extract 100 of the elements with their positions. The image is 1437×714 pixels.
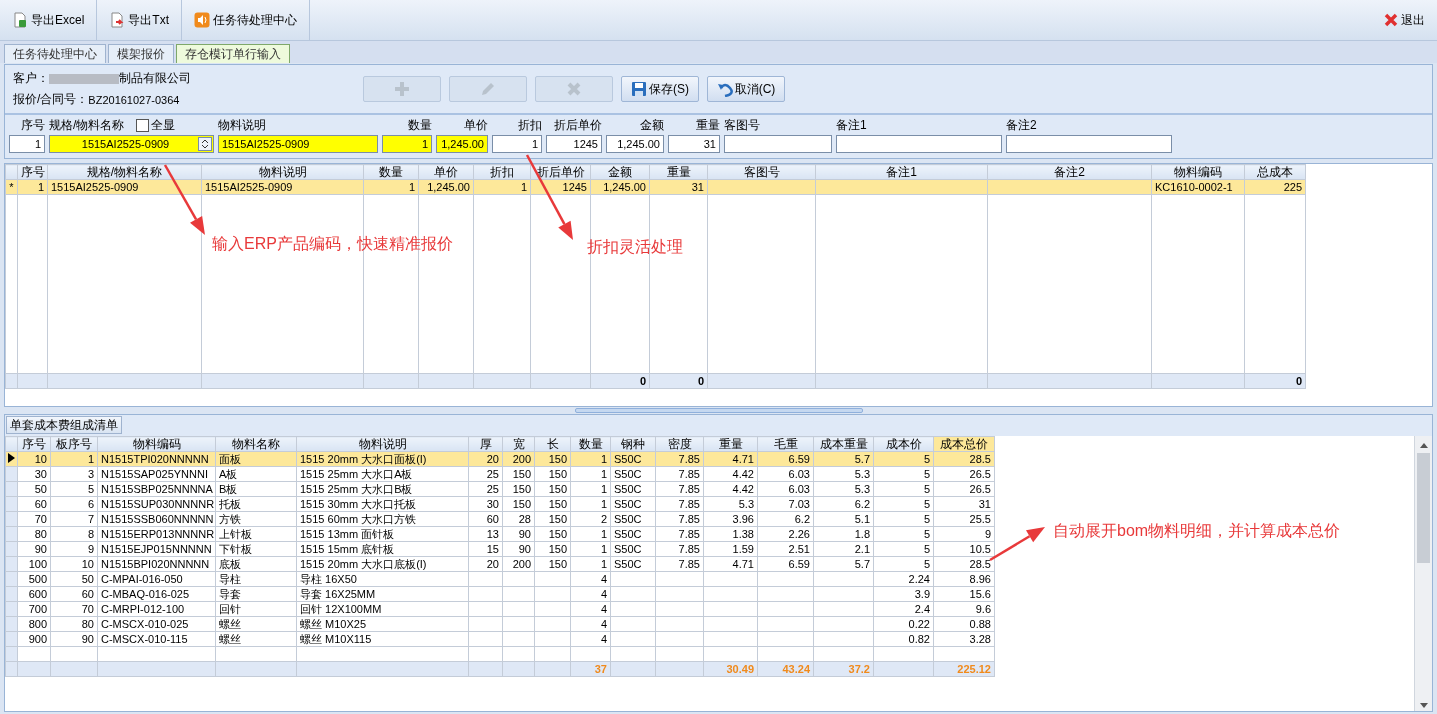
scrollbar[interactable]	[1414, 436, 1432, 711]
input-field[interactable]: 1,245.00	[436, 135, 488, 153]
table-cell: A板	[215, 466, 297, 482]
callout-text: 自动展开bom物料明细，并计算成本总价	[1053, 521, 1341, 541]
table-row[interactable]: 30 3 N1515SAP025YNNNI A板 1515 25mm 大水口A板 25 150 150 1 S50C 7.85 4.42 6.03 5.3 5 26.5	[5, 466, 995, 482]
column-header[interactable]: 物料说明	[201, 164, 364, 180]
column-header[interactable]: 成本总价	[933, 436, 995, 452]
table-cell: 3.28	[933, 631, 995, 647]
plus-icon	[394, 81, 410, 97]
table-row[interactable]: 70 7 N1515SSB060NNNNN 方铁 1515 60mm 大水口方铁 60 28 150 2 S50C 7.85 3.96 6.2 5.1 5 25.5	[5, 511, 995, 527]
column-header[interactable]: 物料编码	[1151, 164, 1245, 180]
table-row[interactable]: 90 9 N1515EJP015NNNNN 下针板 1515 15mm 底针板 15 90 150 1 S50C 7.85 1.59 2.51 2.1 5 10.5	[5, 541, 995, 557]
column-header[interactable]: 长	[534, 436, 571, 452]
column-header[interactable]: 单价	[418, 164, 474, 180]
table-row[interactable]: 50 5 N1515SBP025NNNNA B板 1515 25mm 大水口B板 25 150 150 1 S50C 7.85 4.42 6.03 5.3 5 26.5	[5, 481, 995, 497]
column-header[interactable]: 金额	[590, 164, 650, 180]
input-field[interactable]	[724, 135, 832, 153]
column-header[interactable]: 规格/物料名称	[47, 164, 202, 180]
table-cell: 1515 30mm 大水口托板	[296, 496, 469, 512]
input-field[interactable]: 31	[668, 135, 720, 153]
column-header[interactable]: 板序号	[50, 436, 98, 452]
table-cell: 1	[570, 556, 611, 572]
table-cell: S50C	[610, 526, 656, 542]
input-field[interactable]: 1	[9, 135, 45, 153]
table-row[interactable]: 60 6 N1515SUP030NNNNR 托板 1515 30mm 大水口托板 30 150 150 1 S50C 7.85 5.3 7.03 6.2 5 31	[5, 496, 995, 512]
input-field[interactable]: 1,245.00	[606, 135, 664, 153]
tab[interactable]: 模架报价	[108, 44, 174, 63]
column-header[interactable]: 物料编码	[97, 436, 216, 452]
cancel-button[interactable]: 取消(C)	[707, 76, 785, 102]
table-row[interactable]: 500 50 C-MPAI-016-050 导柱 导柱 16X50 4 2.24 8.96	[5, 571, 995, 587]
column-header[interactable]: 成本重量	[813, 436, 874, 452]
column-header[interactable]: 数量	[363, 164, 419, 180]
table-cell: S50C	[610, 481, 656, 497]
callout-arrow	[163, 164, 205, 235]
scroll-thumb[interactable]	[1417, 453, 1430, 563]
input-field[interactable]: 1245	[546, 135, 602, 153]
table-cell: 900	[17, 631, 51, 647]
column-header[interactable]: 折扣	[473, 164, 531, 180]
table-row[interactable]: 800 80 C-MSCX-010-025 螺丝 螺丝 M10X25 4 0.22 0.88	[5, 616, 995, 632]
input-field[interactable]: 1	[492, 135, 542, 153]
section-title: 单套成本费组成清单	[6, 416, 122, 434]
column-header[interactable]: 总成本	[1244, 164, 1306, 180]
column-header[interactable]: 序号	[17, 436, 51, 452]
quote-number: BZ20161027-0364	[88, 93, 180, 106]
column-header[interactable]: 密度	[655, 436, 704, 452]
combo-field[interactable]: 1515AI2525-0909	[49, 135, 214, 153]
toolbar-button[interactable]: 导出Excel	[0, 0, 98, 40]
column-header[interactable]: 物料说明	[296, 436, 469, 452]
column-header[interactable]: 宽	[502, 436, 535, 452]
column-header[interactable]: 钢种	[610, 436, 656, 452]
table-cell: 4.42	[703, 466, 758, 482]
toolbar-button[interactable]: 导出Txt	[97, 0, 182, 40]
column-header[interactable]: 客图号	[707, 164, 816, 180]
speaker-icon	[194, 12, 210, 28]
splitter-handle[interactable]	[574, 408, 863, 413]
toolbar-button[interactable]: 任务待处理中心	[182, 0, 310, 40]
table-cell: N1515SUP030NNNNR	[97, 496, 216, 512]
callout-text: 输入ERP产品编码，快速精准报价	[212, 234, 453, 254]
up-down-caret-icon	[201, 139, 209, 149]
column-header[interactable]: 序号	[17, 164, 48, 180]
column-header[interactable]: 备注1	[815, 164, 988, 180]
table-cell: 2.24	[873, 571, 934, 587]
table-row[interactable]: 80 8 N1515ERP013NNNNR 上针板 1515 13mm 面针板 13 90 150 1 S50C 7.85 1.38 2.26 1.8 5 9	[5, 526, 995, 542]
table-row[interactable]: 700 70 C-MRPI-012-100 回针 回针 12X100MM 4 2.4 9.6	[5, 601, 995, 617]
table-row[interactable]: 900 90 C-MSCX-010-115 螺丝 螺丝 M10X115 4 0.82 3.28	[5, 631, 995, 647]
column-header[interactable]: 数量	[570, 436, 611, 452]
field-label: 备注2	[1006, 116, 1037, 134]
dropdown-toggle[interactable]	[198, 137, 212, 151]
column-header[interactable]: 物料名称	[215, 436, 297, 452]
table-cell: 30	[468, 496, 503, 512]
table-cell: 回针 12X100MM	[296, 601, 469, 617]
column-header[interactable]: 重量	[649, 164, 708, 180]
checkbox[interactable]	[136, 118, 150, 132]
column-header[interactable]: 毛重	[757, 436, 814, 452]
input-field[interactable]: 1	[382, 135, 432, 153]
table-row[interactable]: 10 1 N1515TPI020NNNNN 面板 1515 20mm 大水口面板(I) 20 200 150 1 S50C 7.85 4.71 6.59 5.7 5 28.5	[5, 451, 995, 467]
input-field[interactable]	[1006, 135, 1172, 153]
table-row[interactable]: 100 10 N1515BPI020NNNNN 底板 1515 20mm 大水口底板(I) 20 200 150 1 S50C 7.85 4.71 6.59 5.7 5 28.5	[5, 556, 995, 572]
x-mark-icon	[566, 81, 582, 97]
column-header[interactable]: 成本价	[873, 436, 934, 452]
table-cell: 8.96	[933, 571, 995, 587]
table-cell: 3.9	[873, 586, 934, 602]
table-cell: 150	[534, 481, 571, 497]
save-button[interactable]: 保存(S)	[621, 76, 699, 102]
column-header[interactable]: 重量	[703, 436, 758, 452]
column-header[interactable]: 折后单价	[530, 164, 591, 180]
table-cell: 150	[534, 526, 571, 542]
input-field[interactable]: 1515AI2525-0909	[218, 135, 378, 153]
table-cell: 150	[534, 466, 571, 482]
input-field[interactable]	[836, 135, 1002, 153]
tab[interactable]: 任务待处理中心	[4, 44, 106, 63]
tab[interactable]: 存仓模订单行输入	[176, 44, 290, 63]
table-cell: 2.51	[757, 541, 814, 557]
table-row[interactable]: * 1 1515AI2525-0909 1515AI2525-0909 1 1,245.00 1 1245 1,245.00 31 KC1610-0002-1 225	[5, 179, 1306, 195]
table-cell: 上针板	[215, 526, 297, 542]
column-header[interactable]: 备注2	[987, 164, 1152, 180]
table-row[interactable]: 600 60 C-MBAQ-016-025 导套 导套 16X25MM 4 3.9 15.6	[5, 586, 995, 602]
exit-button[interactable]: 退出	[1372, 0, 1437, 40]
column-header[interactable]: 厚	[468, 436, 503, 452]
table-cell: 1	[570, 496, 611, 512]
